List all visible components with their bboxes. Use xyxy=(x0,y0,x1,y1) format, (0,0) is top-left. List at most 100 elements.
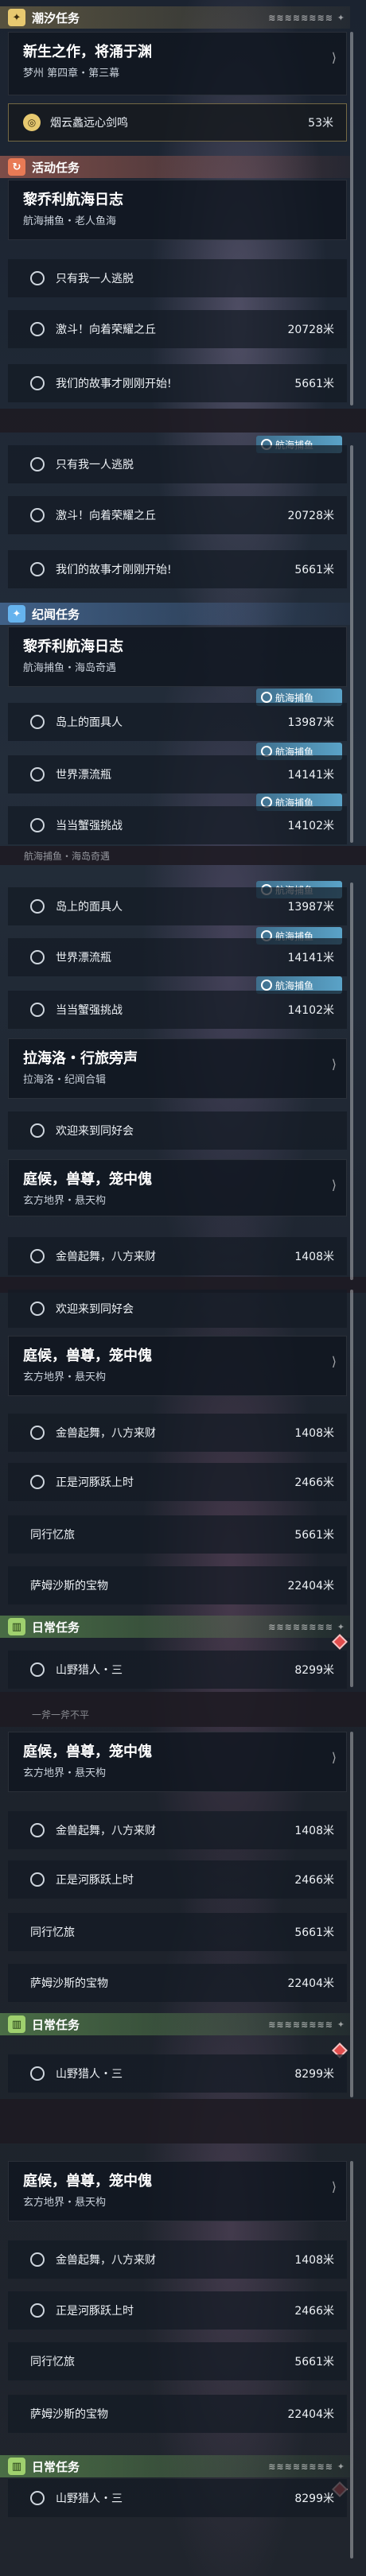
item-distance: 13987米 xyxy=(287,901,334,914)
fishing-icon xyxy=(261,692,272,703)
list-item[interactable]: 正是河豚跃上时 2466米 xyxy=(8,2291,347,2330)
list-item[interactable]: 萨姆沙斯的宝物 22404米 xyxy=(8,2395,347,2433)
circle-icon xyxy=(30,1662,45,1677)
scrollbar[interactable] xyxy=(350,32,353,405)
voyage-quest-card[interactable]: 黎乔利航海日志 航海捕鱼・老人鱼海 xyxy=(8,180,347,240)
item-label: 金兽起舞，八方来财 xyxy=(56,2254,156,2267)
list-item[interactable]: 只有我一人逃脱 xyxy=(8,445,347,483)
item-distance: 14102米 xyxy=(287,1004,334,1017)
list-item[interactable]: 萨姆沙斯的宝物 22404米 xyxy=(8,1964,347,2002)
list-item[interactable]: 当当蟹强挑战 14102米 xyxy=(8,806,347,844)
item-label: 山野猎人・三 xyxy=(56,1664,123,1677)
list-item[interactable]: 当当蟹强挑战 14102米 xyxy=(8,991,347,1029)
scrollbar[interactable] xyxy=(350,445,353,843)
item-label: 正是河豚跃上时 xyxy=(56,1476,134,1489)
target-icon: ◎ xyxy=(23,114,41,131)
quest-title: 黎乔利航海日志 xyxy=(23,192,123,208)
item-label: 我们的故事才刚刚开始! xyxy=(56,378,172,390)
star-icon: ✦ xyxy=(8,605,25,623)
circle-icon xyxy=(30,950,45,964)
quest-title: 庭候，兽尊，笼中傀 xyxy=(23,1348,152,1364)
quest-title: 拉海洛・行旅旁声 xyxy=(23,1050,138,1067)
list-item[interactable]: 同行忆旅 5661米 xyxy=(8,2342,347,2380)
scrollbar[interactable] xyxy=(350,1290,353,1687)
list-item[interactable]: 同行忆旅 5661米 xyxy=(8,1913,347,1951)
track-arrow-icon[interactable]: ⟩ xyxy=(332,1177,337,1193)
header-decoration: ≋≋≋≋≋≋≋≋ ✦ xyxy=(268,12,345,23)
list-item[interactable]: 金兽起舞，八方来财 1408米 xyxy=(8,1811,347,1849)
track-arrow-icon[interactable]: ⟩ xyxy=(332,2179,337,2194)
quest-title: 庭候，兽尊，笼中傀 xyxy=(23,1744,152,1760)
scrollbar[interactable] xyxy=(350,1732,353,2097)
chronicle-task-header[interactable]: ✦ 纪闻任务 xyxy=(0,603,350,625)
quest-title: 庭候，兽尊，笼中傀 xyxy=(23,1171,152,1188)
item-label: 世界漂流瓶 xyxy=(56,769,111,782)
ting-quest-card[interactable]: 庭候，兽尊，笼中傀 玄方地界・悬天构 ⟩ xyxy=(8,1159,347,1216)
item-distance: 5661米 xyxy=(294,1529,334,1542)
book-icon: ▥ xyxy=(8,1618,25,1635)
section-title: 活动任务 xyxy=(32,160,80,175)
cut-off-text: 一斧一斧不平 xyxy=(32,1709,90,1721)
header-decoration: ≋≋≋≋≋≋≋≋ ✦ xyxy=(268,1621,345,1632)
list-item[interactable]: 岛上的面具人 13987米 xyxy=(8,887,347,925)
section-divider xyxy=(0,409,366,433)
list-item[interactable]: 金兽起舞，八方来财 1408米 xyxy=(8,1414,347,1452)
item-distance: 5661米 xyxy=(294,564,334,576)
list-item[interactable]: 我们的故事才刚刚开始! 5661米 xyxy=(8,550,347,588)
quest-subtitle: 玄方地界・悬天构 xyxy=(23,2197,107,2209)
daily-task-header[interactable]: ▥ 日常任务 ≋≋≋≋≋≋≋≋ ✦ xyxy=(0,1616,350,1638)
circle-icon xyxy=(30,457,45,471)
ting-quest-card[interactable]: 庭候，兽尊，笼中傀 玄方地界・悬天构 ⟩ xyxy=(8,2161,347,2221)
voyage-chronicle-card[interactable]: 黎乔利航海日志 航海捕鱼・海岛奇遇 xyxy=(8,627,347,687)
list-item[interactable]: 山野猎人・三 8299米 xyxy=(8,2479,347,2517)
list-item[interactable]: 金兽起舞，八方来财 1408米 xyxy=(8,2240,347,2279)
list-item[interactable]: 我们的故事才刚刚开始! 5661米 xyxy=(8,364,347,402)
item-label: 山野猎人・三 xyxy=(56,2068,123,2081)
list-item[interactable]: 岛上的面具人 13987米 xyxy=(8,703,347,741)
lahai-quest-card[interactable]: 拉海洛・行旅旁声 拉海洛・纪闻合辑 ⟩ xyxy=(8,1038,347,1099)
scrollbar[interactable] xyxy=(350,883,353,1280)
activity-icon: ↻ xyxy=(8,158,25,176)
list-item[interactable]: 欢迎来到同好会 xyxy=(8,1111,347,1150)
list-item[interactable]: 欢迎来到同好会 xyxy=(8,1290,347,1328)
list-item[interactable]: 金兽起舞，八方来财 1408米 xyxy=(8,1237,347,1275)
list-item[interactable]: 只有我一人逃脱 xyxy=(8,259,347,297)
list-item[interactable]: 萨姆沙斯的宝物 22404米 xyxy=(8,1566,347,1604)
track-arrow-icon[interactable]: ⟩ xyxy=(332,1750,337,1765)
activity-task-header[interactable]: ↻ 活动任务 xyxy=(0,156,350,178)
item-label: 同行忆旅 xyxy=(30,2356,75,2368)
item-distance: 20728米 xyxy=(287,324,334,336)
track-arrow-icon[interactable]: ⟩ xyxy=(332,1057,337,1072)
list-item[interactable]: 激斗！向着荣耀之丘 20728米 xyxy=(8,496,347,534)
list-item[interactable]: 世界漂流瓶 14141米 xyxy=(8,755,347,793)
book-icon: ▥ xyxy=(8,2015,25,2033)
item-distance: 1408米 xyxy=(294,1825,334,1837)
circle-icon xyxy=(30,899,45,914)
item-label: 只有我一人逃脱 xyxy=(56,459,134,471)
list-item[interactable]: 山野猎人・三 8299米 xyxy=(8,1651,347,1689)
tide-quest-item[interactable]: ◎ 烟云蠡远心剑鸣 53米 xyxy=(8,103,347,142)
item-distance: 2466米 xyxy=(294,1476,334,1489)
track-arrow-icon[interactable]: ⟩ xyxy=(332,1354,337,1369)
circle-icon xyxy=(30,1123,45,1138)
list-item[interactable]: 正是河豚跃上时 2466米 xyxy=(8,1463,347,1501)
quest-subtitle: 梦州 第四章・第三幕 xyxy=(23,68,120,80)
list-item[interactable]: 激斗！向着荣耀之丘 20728米 xyxy=(8,310,347,348)
track-arrow-icon[interactable]: ⟩ xyxy=(332,50,337,65)
ting-quest-card[interactable]: 庭候，兽尊，笼中傀 玄方地界・悬天构 ⟩ xyxy=(8,1336,347,1396)
ting-quest-card[interactable]: 庭候，兽尊，笼中傀 玄方地界・悬天构 ⟩ xyxy=(8,1732,347,1792)
item-label: 岛上的面具人 xyxy=(56,901,123,914)
tide-task-header[interactable]: ✦ 潮汐任务 ≋≋≋≋≋≋≋≋ ✦ xyxy=(0,6,350,29)
circle-icon xyxy=(30,2252,45,2267)
list-item[interactable]: 世界漂流瓶 14141米 xyxy=(8,938,347,976)
item-distance: 22404米 xyxy=(287,2408,334,2421)
item-label: 萨姆沙斯的宝物 xyxy=(30,2408,108,2421)
list-item[interactable]: 同行忆旅 5661米 xyxy=(8,1515,347,1554)
item-label: 欢迎来到同好会 xyxy=(56,1303,134,1316)
tide-quest-card[interactable]: 新生之作，将涌于渊 梦州 第四章・第三幕 ⟩ xyxy=(8,32,347,95)
list-item[interactable]: 正是河豚跃上时 2466米 xyxy=(8,1860,347,1899)
daily-task-header[interactable]: ▥ 日常任务 ≋≋≋≋≋≋≋≋ ✦ xyxy=(0,2455,350,2477)
daily-task-header[interactable]: ▥ 日常任务 ≋≋≋≋≋≋≋≋ ✦ xyxy=(0,2013,350,2035)
list-item[interactable]: 山野猎人・三 8299米 xyxy=(8,2054,347,2093)
scrollbar[interactable] xyxy=(350,2161,353,2559)
